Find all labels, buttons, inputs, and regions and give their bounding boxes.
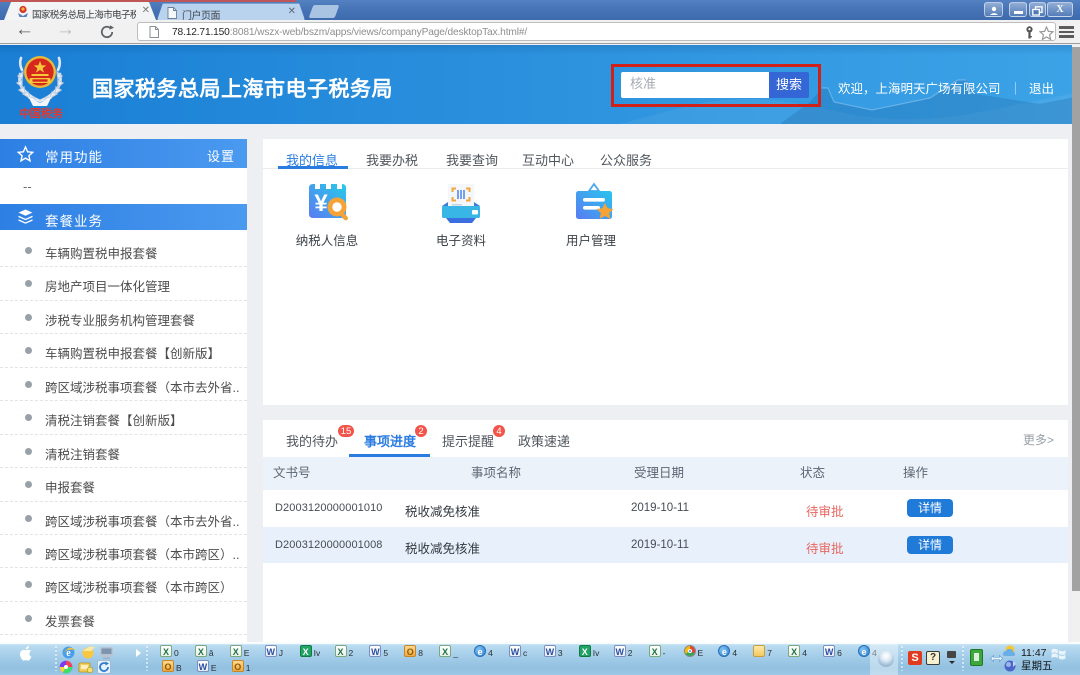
svg-text:¥: ¥ bbox=[314, 190, 328, 217]
